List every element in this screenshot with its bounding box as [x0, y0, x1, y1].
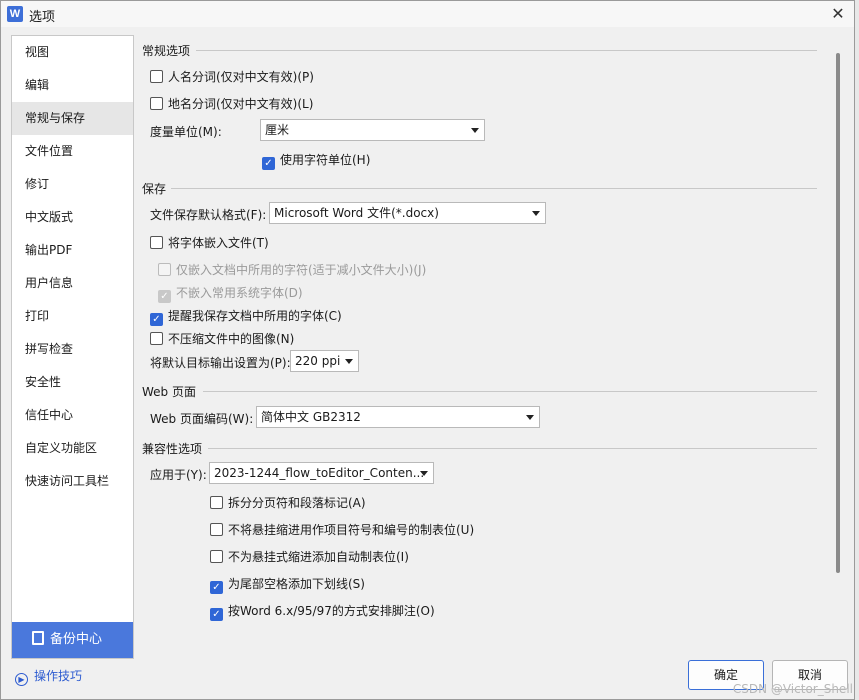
- no-auto-tab-label: 不为悬挂式缩进添加自动制表位(I): [228, 550, 409, 564]
- section-save-title: 保存: [142, 182, 167, 196]
- close-button[interactable]: ✕: [828, 4, 848, 24]
- sidebar-list: 视图 编辑 常规与保存 文件位置 修订 中文版式 输出PDF 用户信息 打印 拼写检查 安全性 信任中…: [12, 36, 133, 498]
- ppi-value: 220 ppi: [295, 354, 341, 368]
- underline-spaces-label: 为尾部空格添加下划线(S): [228, 577, 365, 591]
- section-divider: [203, 391, 817, 392]
- backup-center-button[interactable]: 备份中心: [12, 622, 133, 658]
- sidebar-item[interactable]: 编辑: [12, 69, 133, 102]
- underline-spaces-option[interactable]: ✓ 为尾部空格添加下划线(S): [210, 575, 365, 594]
- play-icon: ▶: [15, 673, 28, 686]
- backup-icon: [32, 631, 44, 645]
- tips-link[interactable]: ▶ 操作技巧: [15, 667, 82, 686]
- section-divider: [171, 188, 817, 189]
- person-name-option[interactable]: 人名分词(仅对中文有效)(P): [150, 68, 314, 85]
- place-name-option[interactable]: 地名分词(仅对中文有效)(L): [150, 95, 313, 112]
- word6-footnote-option[interactable]: ✓ 按Word 6.x/95/97的方式安排脚注(O): [210, 602, 435, 621]
- no-auto-tab-checkbox[interactable]: [210, 550, 223, 563]
- section-general-title: 常规选项: [142, 44, 191, 58]
- encoding-select[interactable]: 简体中文 GB2312: [256, 406, 540, 428]
- scroll-thumb[interactable]: [836, 53, 840, 573]
- ppi-label: 将默认目标输出设置为(P):: [150, 356, 291, 370]
- unit-select[interactable]: 厘米: [260, 119, 485, 141]
- wps-writer-icon: W: [7, 6, 23, 22]
- section-web-title: Web 页面: [142, 385, 196, 399]
- section-divider: [196, 50, 817, 51]
- person-name-label: 人名分词(仅对中文有效)(P): [168, 70, 314, 84]
- apply-select[interactable]: 2023-1244_flow_toEditor_Conten...: [209, 462, 434, 484]
- options-panel: [134, 35, 844, 659]
- no-hanging-checkbox[interactable]: [210, 523, 223, 536]
- backup-label: 备份中心: [50, 632, 103, 647]
- unit-label: 度量单位(M):: [150, 125, 222, 139]
- embed-fonts-option[interactable]: 将字体嵌入文件(T): [150, 234, 269, 251]
- embed-used-only-option: 仅嵌入文档中所用的字符(适于减小文件大小)(J): [158, 261, 426, 278]
- place-name-label: 地名分词(仅对中文有效)(L): [168, 97, 314, 111]
- apply-value: 2023-1244_flow_toEditor_Conten...: [214, 466, 425, 480]
- embed-fonts-label: 将字体嵌入文件(T): [168, 236, 269, 250]
- no-auto-tab-option[interactable]: 不为悬挂式缩进添加自动制表位(I): [210, 548, 409, 565]
- sidebar-item[interactable]: 常规与保存: [12, 102, 133, 135]
- scrollbar[interactable]: [833, 41, 843, 623]
- chevron-down-icon: [420, 471, 428, 476]
- sidebar-item[interactable]: 修订: [12, 168, 133, 201]
- no-embed-system-option: ✓ 不嵌入常用系统字体(D): [158, 284, 303, 303]
- encoding-value: 简体中文 GB2312: [261, 410, 361, 424]
- watermark-text: CSDN @Victor_Shell: [732, 682, 853, 696]
- no-hanging-option[interactable]: 不将悬挂缩进用作项目符号和编号的制表位(U): [210, 521, 474, 538]
- word6-footnote-label: 按Word 6.x/95/97的方式安排脚注(O): [228, 604, 435, 618]
- split-pages-option[interactable]: 拆分分页符和段落标记(A): [210, 494, 366, 511]
- sidebar-item[interactable]: 安全性: [12, 366, 133, 399]
- section-divider: [208, 448, 817, 449]
- chevron-down-icon: [345, 359, 353, 364]
- encoding-label: Web 页面编码(W):: [150, 412, 254, 426]
- title-bar: W 选项 ✕: [1, 1, 854, 27]
- split-pages-label: 拆分分页符和段落标记(A): [228, 496, 366, 510]
- chevron-down-icon: [471, 128, 479, 133]
- embed-used-only-label: 仅嵌入文档中所用的字符(适于减小文件大小)(J): [176, 263, 427, 277]
- remind-fonts-label: 提醒我保存文档中所用的字体(C): [168, 309, 342, 323]
- no-hanging-label: 不将悬挂缩进用作项目符号和编号的制表位(U): [228, 523, 475, 537]
- sidebar-item[interactable]: 打印: [12, 300, 133, 333]
- char-unit-checkbox[interactable]: ✓: [262, 157, 275, 170]
- sidebar-item[interactable]: 中文版式: [12, 201, 133, 234]
- char-unit-option[interactable]: ✓ 使用字符单位(H): [262, 151, 370, 170]
- format-select[interactable]: Microsoft Word 文件(*.docx): [269, 202, 546, 224]
- tips-label: 操作技巧: [34, 669, 83, 683]
- format-label: 文件保存默认格式(F):: [150, 208, 267, 222]
- split-pages-checkbox[interactable]: [210, 496, 223, 509]
- underline-spaces-checkbox[interactable]: ✓: [210, 581, 223, 594]
- format-value: Microsoft Word 文件(*.docx): [274, 206, 439, 220]
- section-compat-title: 兼容性选项: [142, 442, 203, 456]
- sidebar-item[interactable]: 信任中心: [12, 399, 133, 432]
- char-unit-label: 使用字符单位(H): [280, 153, 371, 167]
- sidebar-item[interactable]: 视图: [12, 36, 133, 69]
- options-dialog: W 选项 ✕ 视图 编辑 常规与保存 文件位置 修订 中文版式 输出PDF 用户信息 打印 拼写检…: [0, 0, 855, 700]
- remind-fonts-option[interactable]: ✓ 提醒我保存文档中所用的字体(C): [150, 307, 342, 326]
- word6-footnote-checkbox[interactable]: ✓: [210, 608, 223, 621]
- unit-value: 厘米: [265, 123, 290, 137]
- person-name-checkbox[interactable]: [150, 70, 163, 83]
- no-compress-option[interactable]: 不压缩文件中的图像(N): [150, 330, 294, 347]
- ppi-select[interactable]: 220 ppi: [290, 350, 359, 372]
- embed-used-only-checkbox: [158, 263, 171, 276]
- chevron-down-icon: [532, 211, 540, 216]
- sidebar-item[interactable]: 输出PDF: [12, 234, 133, 267]
- no-compress-label: 不压缩文件中的图像(N): [168, 332, 295, 346]
- sidebar: 视图 编辑 常规与保存 文件位置 修订 中文版式 输出PDF 用户信息 打印 拼写检查 安全性 信任中…: [11, 35, 134, 659]
- remind-fonts-checkbox[interactable]: ✓: [150, 313, 163, 326]
- apply-label: 应用于(Y):: [150, 468, 207, 482]
- sidebar-item[interactable]: 快速访问工具栏: [12, 465, 133, 498]
- no-embed-system-label: 不嵌入常用系统字体(D): [176, 286, 303, 300]
- no-embed-system-checkbox: ✓: [158, 290, 171, 303]
- sidebar-item[interactable]: 文件位置: [12, 135, 133, 168]
- no-compress-checkbox[interactable]: [150, 332, 163, 345]
- sidebar-item[interactable]: 用户信息: [12, 267, 133, 300]
- sidebar-item[interactable]: 自定义功能区: [12, 432, 133, 465]
- chevron-down-icon: [526, 415, 534, 420]
- place-name-checkbox[interactable]: [150, 97, 163, 110]
- sidebar-item[interactable]: 拼写检查: [12, 333, 133, 366]
- embed-fonts-checkbox[interactable]: [150, 236, 163, 249]
- dialog-title: 选项: [29, 10, 56, 25]
